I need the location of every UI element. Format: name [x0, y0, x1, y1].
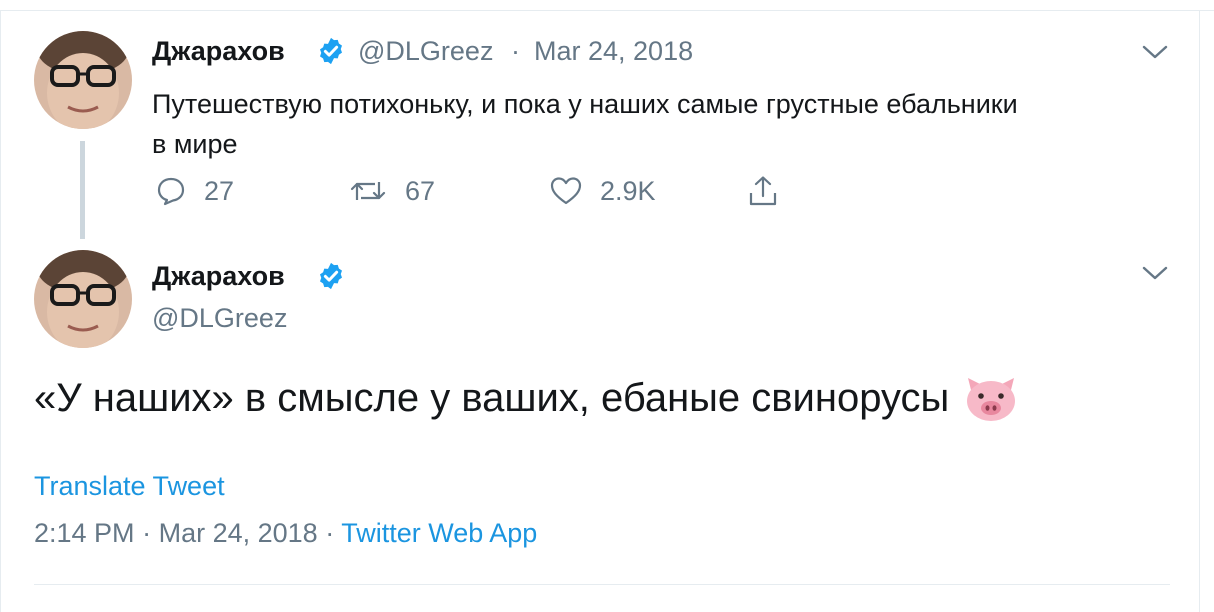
avatar[interactable] [34, 31, 132, 129]
meta-separator: · [142, 518, 152, 548]
author-handle[interactable]: @DLGreez [358, 36, 493, 67]
avatar-photo [34, 250, 132, 348]
verified-badge-icon [320, 37, 342, 65]
retweet-icon [350, 182, 386, 200]
share-icon [749, 176, 777, 206]
retweet-button[interactable]: 67 [349, 174, 435, 208]
chevron-down-icon[interactable] [1142, 44, 1168, 60]
card-right-border [1199, 10, 1200, 612]
avatar-photo [34, 31, 132, 129]
tweet-text-line-2: в мире [152, 129, 238, 159]
reply-button[interactable]: 27 [156, 174, 234, 208]
tweet-source-link[interactable]: Twitter Web App [341, 518, 537, 548]
card-top-border [0, 10, 1214, 11]
tweet-text: Путешествую потихоньку, и пока у наших с… [152, 84, 1162, 164]
meta-separator: · [511, 36, 520, 66]
share-button[interactable] [748, 174, 796, 208]
divider [34, 584, 1170, 585]
tweet-time[interactable]: 2:14 PM [34, 518, 135, 548]
like-icon [550, 177, 582, 205]
author-handle[interactable]: @DLGreez [152, 303, 287, 334]
author-name[interactable]: Джарахов [152, 36, 285, 67]
card-left-border [0, 10, 1, 612]
retweet-count: 67 [405, 175, 436, 206]
tweet-text: «У наших» в смысле у ваших, ебаные свино… [34, 374, 1019, 422]
meta-separator: · [325, 518, 335, 548]
tweet-timestamp-line: 2:14 PM · Mar 24, 2018 · Twitter Web App [34, 518, 537, 549]
verified-badge-icon [320, 262, 342, 290]
thread-connector-line [80, 141, 85, 239]
like-count: 2.9K [600, 175, 656, 206]
avatar[interactable] [34, 250, 132, 348]
pig-face-icon [967, 378, 1016, 421]
chevron-down-icon[interactable] [1142, 265, 1168, 281]
tweet-date[interactable]: Mar 24, 2018 [534, 36, 693, 67]
reply-icon [157, 177, 185, 206]
translate-tweet-link[interactable]: Translate Tweet [34, 471, 225, 502]
tweet-text-content: «У наших» в смысле у ваших, ебаные свино… [34, 375, 950, 420]
tweet-text-line-1: Путешествую потихоньку, и пока у наших с… [152, 89, 1018, 119]
reply-count: 27 [204, 175, 235, 206]
like-button[interactable]: 2.9K [550, 174, 656, 208]
tweet-date[interactable]: Mar 24, 2018 [159, 518, 318, 548]
author-name[interactable]: Джарахов [152, 261, 285, 292]
